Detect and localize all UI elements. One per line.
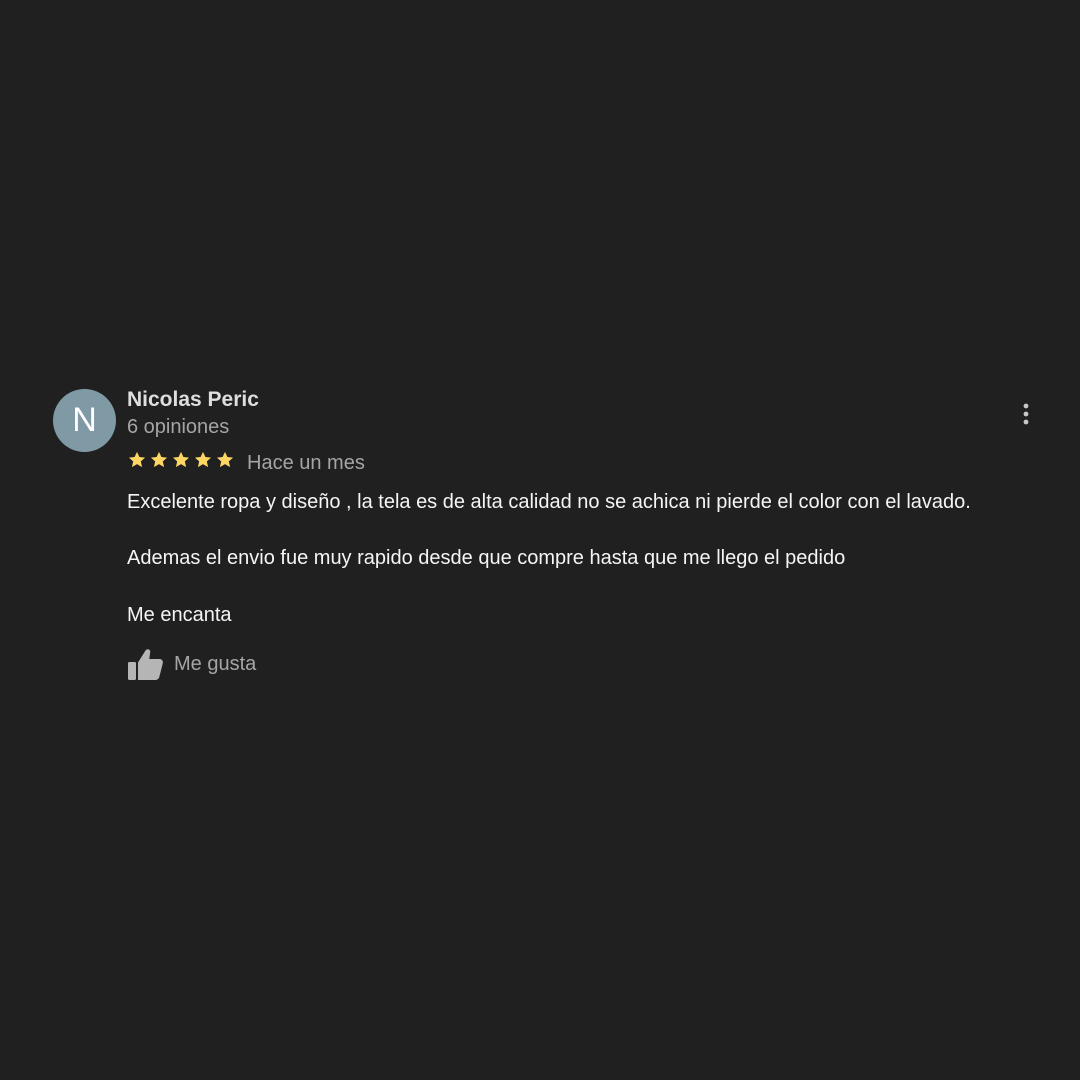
reviewer-name[interactable]: Nicolas Peric (127, 388, 259, 412)
like-button[interactable]: Me gusta (127, 646, 256, 682)
review-date: Hace un mes (247, 452, 365, 474)
thumb-up-icon (128, 649, 163, 680)
star-icon (150, 451, 168, 468)
review-text-line: Me encanta (127, 604, 232, 626)
star-icon (128, 451, 146, 468)
avatar[interactable]: N (53, 389, 116, 452)
review-text-line: Ademas el envio fue muy rapido desde que… (127, 547, 846, 569)
like-label: Me gusta (174, 652, 257, 675)
review-text-line: Excelente ropa y diseño , la tela es de … (127, 491, 971, 513)
star-icon (216, 451, 234, 468)
review-card: N Nicolas Peric 6 opiniones Hace un mes … (0, 0, 1080, 1080)
star-rating (127, 450, 235, 474)
reviewer-review-count: 6 opiniones (127, 416, 230, 438)
more-vertical-icon (1023, 403, 1029, 425)
more-options-button[interactable] (1014, 401, 1038, 429)
star-icon (172, 451, 190, 468)
star-icon (194, 451, 212, 468)
